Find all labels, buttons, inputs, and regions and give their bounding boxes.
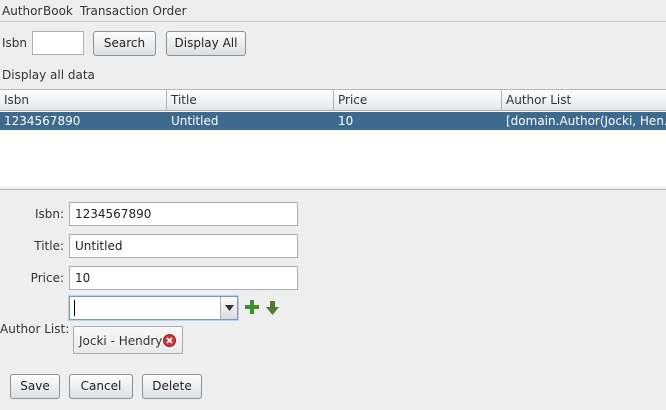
combo-arrow-button[interactable]	[220, 297, 237, 319]
isbn-search-input[interactable]	[32, 31, 84, 55]
save-button[interactable]: Save	[10, 374, 60, 399]
text-caret	[74, 300, 75, 316]
menu-transaction-order[interactable]: Transaction Order	[80, 4, 187, 18]
plus-icon	[245, 300, 259, 314]
menu-book[interactable]: Book	[43, 4, 73, 18]
author-list-label: Author List:	[0, 322, 70, 336]
delete-button[interactable]: Delete	[142, 374, 202, 399]
isbn-label: Isbn:	[34, 207, 64, 221]
cancel-button[interactable]: Cancel	[69, 374, 133, 399]
status-text: Display all data	[2, 68, 95, 82]
add-author-button[interactable]	[245, 300, 259, 314]
column-header-price[interactable]: Price	[334, 90, 502, 111]
books-table[interactable]: Isbn Title Price Author List 1234567890 …	[0, 89, 666, 187]
chevron-down-icon	[225, 305, 234, 311]
cell-title: Untitled	[171, 114, 219, 128]
isbn-field[interactable]: 1234567890	[69, 202, 298, 226]
menu-bar: Author Book Transaction Order	[0, 0, 666, 22]
cell-author-list: [domain.Author(Jocki, Hen...	[506, 114, 666, 128]
title-field[interactable]: Untitled	[69, 234, 298, 258]
column-header-title[interactable]: Title	[167, 90, 334, 111]
panel-divider	[0, 189, 666, 190]
cell-isbn: 1234567890	[4, 114, 81, 128]
column-header-isbn[interactable]: Isbn	[0, 90, 167, 111]
menu-author[interactable]: Author	[2, 4, 42, 18]
remove-circle-icon	[163, 334, 176, 347]
remove-author-button[interactable]	[163, 334, 176, 350]
price-field[interactable]: 10	[69, 266, 298, 290]
move-down-button[interactable]	[266, 301, 279, 315]
isbn-search-label: Isbn	[2, 36, 28, 50]
arrow-down-icon	[266, 301, 279, 315]
author-chip-label: Jocki - Hendry	[79, 334, 163, 348]
title-label: Title:	[34, 239, 64, 253]
table-row[interactable]: 1234567890 Untitled 10 [domain.Author(Jo…	[0, 112, 666, 130]
cell-price: 10	[338, 114, 354, 128]
search-button[interactable]: Search	[93, 31, 156, 56]
author-chip: Jocki - Hendry	[73, 326, 183, 354]
author-combo[interactable]	[69, 296, 238, 320]
price-label: Price:	[30, 271, 64, 285]
table-header: Isbn Title Price Author List	[0, 90, 666, 111]
column-header-author-list[interactable]: Author List	[502, 90, 666, 111]
display-all-button[interactable]: Display All	[166, 31, 246, 56]
